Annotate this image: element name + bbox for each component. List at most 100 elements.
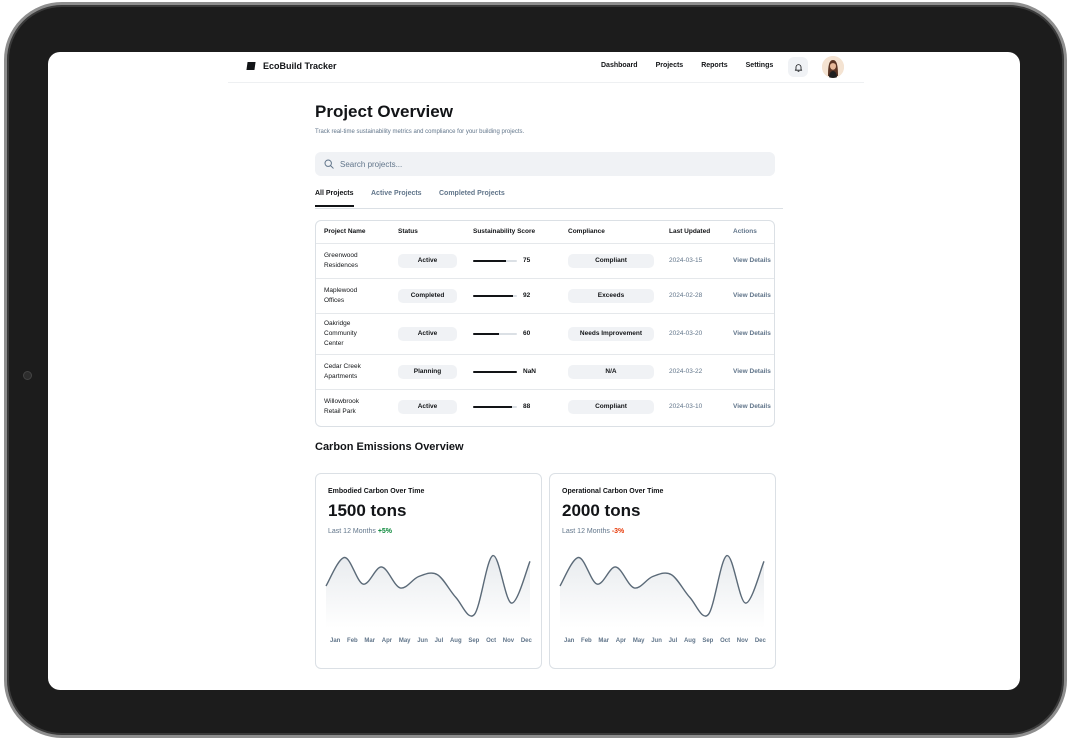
nav-reports[interactable]: Reports [701, 62, 727, 69]
month-tick-label: Jul [434, 638, 444, 644]
month-tick-label: Sep [468, 638, 480, 644]
view-details-link[interactable]: View Details [733, 402, 774, 412]
col-header[interactable]: Last Updated [661, 221, 725, 243]
month-tick-label: Nov [736, 638, 749, 644]
sustainability-score: 60 [473, 330, 560, 337]
bell-icon [794, 63, 802, 72]
table-header-row: Project Name Status Sustainability Score… [316, 221, 774, 243]
status-cell: Active [390, 388, 465, 424]
score-bar [473, 259, 517, 262]
actions-cell: View Details [725, 312, 774, 354]
status-badge: Active [398, 253, 457, 268]
score-bar-fill [473, 370, 517, 373]
notifications-button[interactable] [788, 57, 808, 77]
last-updated: 2024-03-20 [661, 312, 725, 354]
month-tick-label: Jan [330, 638, 341, 644]
app-title: EcoBuild Tracker [263, 61, 337, 71]
project-name: Oakridge Community Center [324, 319, 357, 347]
project-name: Cedar Creek Apartments [324, 362, 361, 380]
score-bar [473, 294, 517, 297]
app-screen: EcoBuild Tracker Dashboard Projects Repo… [48, 52, 1020, 690]
score-bar [473, 332, 517, 335]
chart-value: 2000 tons [562, 501, 641, 520]
last-updated: 2024-03-22 [661, 353, 725, 389]
month-tick-label: Apr [381, 638, 393, 644]
status-badge: Active [398, 399, 457, 414]
month-tick-label: Jan [564, 638, 575, 644]
status-cell: Active [390, 312, 465, 354]
actions-cell: View Details [725, 242, 774, 278]
last-updated: 2024-03-15 [661, 242, 725, 278]
actions-cell: View Details [725, 388, 774, 424]
status-badge: Completed [398, 288, 457, 303]
logo-icon [246, 62, 256, 70]
tab-all-projects[interactable]: All Projects [315, 190, 354, 207]
col-header[interactable]: Status [390, 221, 465, 243]
chart-value: 1500 tons [328, 501, 407, 520]
score-cell: 88 [465, 388, 560, 424]
month-tick-label: Jun [651, 638, 662, 644]
score-bar-fill [473, 259, 506, 262]
chart-title: Embodied Carbon Over Time [328, 488, 425, 495]
sustainability-score: 92 [473, 292, 560, 299]
month-tick-label: Oct [720, 638, 731, 644]
table-row[interactable]: Oakridge Community Center Active 60 Need… [316, 312, 774, 354]
status-badge: Active [398, 326, 457, 341]
col-header[interactable]: Project Name [316, 221, 390, 243]
avatar[interactable] [822, 56, 844, 78]
month-tick-label: Dec [754, 638, 766, 644]
score-value: 60 [523, 330, 531, 337]
nav-dashboard[interactable]: Dashboard [601, 62, 638, 69]
tab-completed-projects[interactable]: Completed Projects [439, 190, 505, 205]
search-bar[interactable] [315, 152, 775, 176]
top-header: EcoBuild Tracker Dashboard Projects Repo… [228, 52, 864, 83]
col-header[interactable]: Compliance [560, 221, 661, 243]
operational-carbon-chart [559, 554, 765, 628]
project-name-cell: Oakridge Community Center [316, 312, 390, 354]
period-label: Last 12 Months [562, 528, 610, 535]
month-tick-label: May [632, 638, 645, 644]
month-axis: Jan Feb Mar Apr May Jun Jul Aug Sep Oct Nov Dec [564, 638, 766, 644]
search-input[interactable] [340, 159, 740, 169]
tab-active-projects[interactable]: Active Projects [371, 190, 422, 205]
col-header[interactable]: Sustainability Score [465, 221, 560, 243]
project-name: Maplewood Offices [324, 286, 358, 304]
brand[interactable]: EcoBuild Tracker [246, 61, 337, 71]
score-bar [473, 370, 517, 373]
compliance-badge: Needs Improvement [568, 326, 654, 341]
chart-period: Last 12 Months +5% [328, 528, 392, 535]
compliance-cell: N/A [560, 353, 661, 389]
table-row[interactable]: Greenwood Residences Active 75 Compliant… [316, 242, 774, 278]
avatar-portrait-icon [822, 56, 844, 78]
change-badge: -3% [611, 528, 625, 535]
view-details-link[interactable]: View Details [733, 367, 774, 377]
score-cell: NaN [465, 353, 560, 389]
compliance-cell: Exceeds [560, 277, 661, 313]
table-row[interactable]: Cedar Creek Apartments Planning NaN N/A … [316, 353, 774, 389]
month-tick-label: Aug [449, 638, 462, 644]
table-row[interactable]: Willowbrook Retail Park Active 88 Compli… [316, 388, 774, 424]
chart-title: Operational Carbon Over Time [562, 488, 664, 495]
compliance-badge: Exceeds [568, 288, 654, 303]
table-row[interactable]: Maplewood Offices Completed 92 Exceeds 2… [316, 277, 774, 313]
actions-cell: View Details [725, 277, 774, 313]
project-name-cell: Maplewood Offices [316, 277, 390, 313]
score-bar [473, 405, 517, 408]
view-details-link[interactable]: View Details [733, 329, 774, 339]
main-nav: Dashboard Projects Reports Settings [601, 62, 791, 69]
view-details-link[interactable]: View Details [733, 256, 774, 266]
last-updated: 2024-02-28 [661, 277, 725, 313]
month-tick-label: May [398, 638, 411, 644]
projects-table-card: Project Name Status Sustainability Score… [315, 220, 775, 427]
month-tick-label: Aug [683, 638, 696, 644]
compliance-badge: N/A [568, 364, 654, 379]
projects-table: Project Name Status Sustainability Score… [316, 221, 774, 424]
status-cell: Planning [390, 353, 465, 389]
nav-settings[interactable]: Settings [746, 62, 774, 69]
month-tick-label: Apr [615, 638, 627, 644]
nav-projects[interactable]: Projects [656, 62, 684, 69]
compliance-badge: Compliant [568, 253, 654, 268]
sustainability-score: 88 [473, 403, 560, 410]
view-details-link[interactable]: View Details [733, 291, 774, 301]
status-badge: Planning [398, 364, 457, 379]
